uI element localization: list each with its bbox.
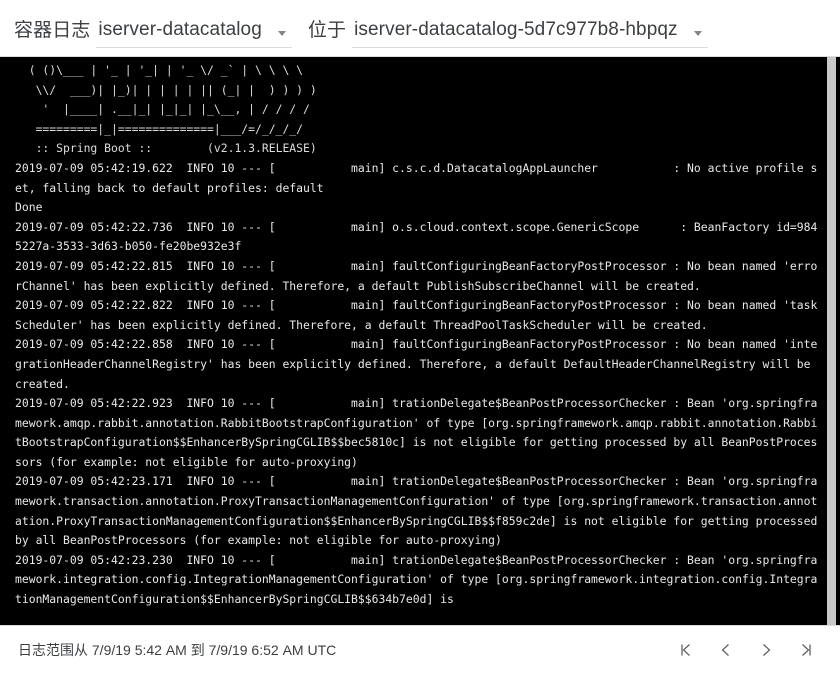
log-pagination [666, 630, 826, 670]
chevron-right-icon [763, 643, 771, 656]
first-page-button[interactable] [666, 630, 706, 670]
log-line-list: 2019-07-09 05:42:19.622 INFO 10 --- [ ma… [15, 159, 818, 610]
log-range-text: 日志范围从 7/9/19 5:42 AM 到 7/9/19 6:52 AM UT… [18, 641, 337, 658]
log-line: 2019-07-09 05:42:23.230 INFO 10 --- [ ma… [15, 552, 818, 607]
log-footer: 日志范围从 7/9/19 5:42 AM 到 7/9/19 6:52 AM UT… [0, 625, 840, 673]
log-output-panel[interactable]: ( ()\___ | '_ | '_| | '_ \/ _` | \ \ \ \… [0, 57, 840, 625]
chevron-down-icon [693, 30, 702, 36]
log-line: 2019-07-09 05:42:22.815 INFO 10 --- [ ma… [15, 258, 818, 293]
log-line: 2019-07-09 05:42:22.923 INFO 10 --- [ ma… [15, 396, 818, 469]
log-line: 2019-07-09 05:42:22.822 INFO 10 --- [ ma… [15, 298, 818, 332]
next-page-button[interactable] [746, 630, 786, 670]
last-page-button[interactable] [786, 630, 826, 670]
chevron-left-icon [721, 643, 729, 656]
log-scrollbar-thumb[interactable] [827, 57, 836, 625]
log-line: 2019-07-09 05:42:22.858 INFO 10 --- [ ma… [15, 337, 818, 391]
log-line: Done [15, 200, 43, 215]
last-page-icon [802, 643, 811, 656]
log-line: 2019-07-09 05:42:23.171 INFO 10 --- [ ma… [15, 474, 825, 548]
log-scrollbar[interactable] [827, 57, 836, 625]
log-scroll-region[interactable]: ( ()\___ | '_ | '_| | '_ \/ _` | \ \ \ \… [1, 57, 840, 625]
pod-select-value: iserver-datacatalog-5d7c977b8-hbpqz [354, 18, 678, 40]
located-at-label: 位于 [307, 19, 347, 41]
previous-page-button[interactable] [706, 630, 746, 670]
first-page-icon [681, 643, 690, 656]
log-line: 2019-07-09 05:42:19.622 INFO 10 --- [ ma… [15, 160, 818, 195]
container-log-viewer: 容器日志 iserver-datacatalog 位于 iserver-data… [0, 0, 840, 673]
log-line: 2019-07-09 05:42:22.736 INFO 10 --- [ ma… [15, 219, 818, 254]
container-select[interactable]: iserver-datacatalog [96, 18, 292, 48]
chevron-down-icon [277, 30, 286, 36]
pod-select[interactable]: iserver-datacatalog-5d7c977b8-hbpqz [352, 19, 708, 48]
log-header: 容器日志 iserver-datacatalog 位于 iserver-data… [0, 0, 840, 57]
container-logs-label: 容器日志 [14, 19, 91, 41]
container-select-value: iserver-datacatalog [98, 18, 262, 40]
spring-boot-banner: ( ()\___ | '_ | '_| | '_ \/ _` | \ \ \ \… [28, 63, 317, 156]
